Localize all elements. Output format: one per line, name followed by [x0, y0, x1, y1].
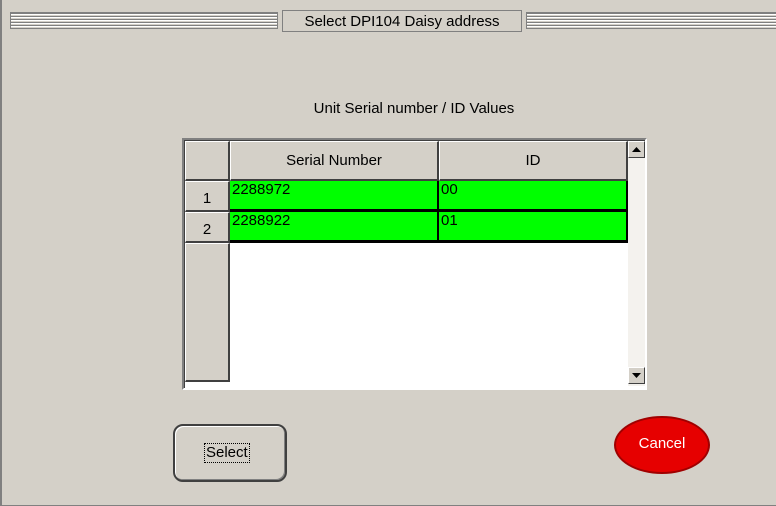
grid-caption: Unit Serial number / ID Values — [313, 100, 515, 117]
title-bar[interactable]: Select DPI104 Daisy address — [10, 8, 776, 34]
cancel-button[interactable]: Cancel — [614, 416, 710, 474]
row-header-empty — [185, 243, 230, 382]
vertical-scrollbar[interactable] — [628, 141, 645, 386]
scroll-up-arrow-icon[interactable] — [628, 141, 645, 158]
grid-cell-id-row-2[interactable]: 01 — [439, 212, 628, 243]
column-header-serial-number[interactable]: Serial Number — [230, 141, 439, 181]
column-header-id[interactable]: ID — [439, 141, 628, 181]
serial-id-grid[interactable]: Serial Number ID 1 2288972 00 2 2288922 … — [182, 138, 647, 390]
title-bar-right-lines — [526, 12, 776, 29]
row-header-2[interactable]: 2 — [185, 212, 230, 243]
grid-cell-serial-row-2[interactable]: 2288922 — [230, 212, 439, 243]
dialog-window: Select DPI104 Daisy address Unit Serial … — [0, 0, 776, 506]
select-button-label: Select — [204, 443, 250, 463]
select-button[interactable]: Select — [173, 424, 287, 482]
cancel-button-label: Cancel — [638, 435, 686, 452]
grid-corner-header — [185, 141, 230, 181]
window-title: Select DPI104 Daisy address — [282, 10, 522, 32]
title-bar-left-lines — [10, 12, 278, 29]
scroll-down-arrow-icon[interactable] — [628, 367, 645, 384]
grid-cell-id-row-1[interactable]: 00 — [439, 181, 628, 212]
row-header-1[interactable]: 1 — [185, 181, 230, 212]
grid-cell-serial-row-1[interactable]: 2288972 — [230, 181, 439, 212]
